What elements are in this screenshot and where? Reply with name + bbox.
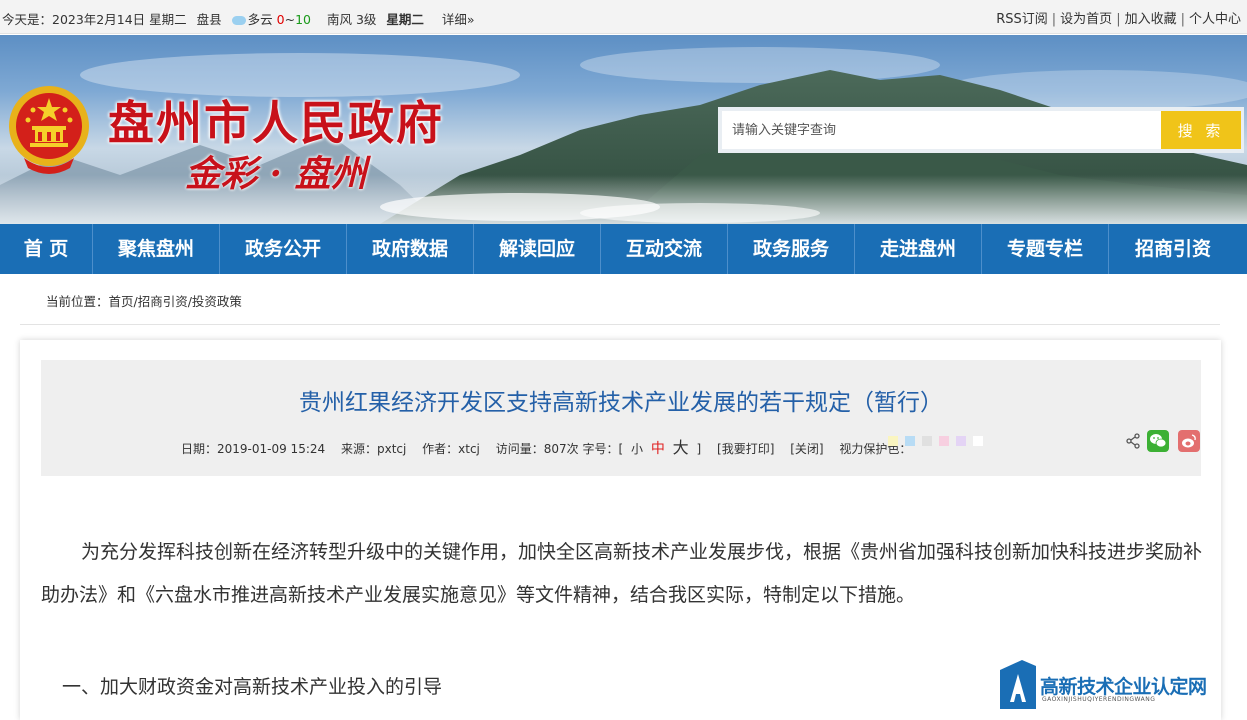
wind-info: 南风 3级 <box>326 12 377 27</box>
article-title: 贵州红果经济开发区支持高新技术产业发展的若干规定（暂行） <box>299 390 943 416</box>
set-homepage-link[interactable]: 设为首页 <box>1060 12 1112 27</box>
personal-center-link[interactable]: 个人中心 <box>1189 12 1241 27</box>
weekday: 星期二 <box>386 12 424 27</box>
nav-investment[interactable]: 招商引资 <box>1109 224 1237 274</box>
font-size-medium[interactable]: 中 <box>651 441 665 457</box>
eye-protect-swatches <box>888 436 983 446</box>
rss-link[interactable]: RSS订阅 <box>996 12 1048 27</box>
eye-protect-swatch[interactable] <box>956 436 966 446</box>
location: 盘县 <box>196 12 222 27</box>
close-link[interactable]: [关闭] <box>790 442 823 456</box>
nav-focus-panzhou[interactable]: 聚焦盘州 <box>93 224 220 274</box>
national-emblem-icon <box>9 86 89 174</box>
weather-detail-link[interactable]: 详细» <box>442 12 475 27</box>
article-author: 作者：xtcj <box>422 442 480 456</box>
cloud-icon <box>231 16 246 25</box>
article-header-panel <box>41 360 1201 476</box>
watermark-a-icon <box>1000 660 1036 709</box>
watermark-subtext: GAOXINJISHUQIYERENDINGWANG <box>1042 696 1156 703</box>
nav-home[interactable]: 首 页 <box>0 224 93 274</box>
share-icon[interactable] <box>1125 433 1141 449</box>
article-paragraph: 为充分发挥科技创新在经济转型升级中的关键作用，加快全区高新技术产业发展步伐，根据… <box>41 541 1203 606</box>
article-meta: 日期：2019-01-09 15:24 来源：pxtcj 作者：xtcj 访问量… <box>181 434 923 458</box>
section-heading: 一、加大财政资金对高新技术产业投入的引导 <box>62 676 443 698</box>
site-slogan: 金彩 · 盘州 <box>185 153 367 195</box>
temp-sep: ~ <box>284 12 296 27</box>
watermark-logo: 高新技术企业认定网 GAOXINJISHUQIYERENDINGWANG <box>1000 660 1247 709</box>
top-links: RSS订阅 | 设为首页 | 加入收藏 | 个人中心 <box>996 12 1241 27</box>
header-banner: 盘州市人民政府 金彩 · 盘州 搜 索 <box>0 35 1247 224</box>
date-weather-bar: 今天是：2023年2月14日 星期二 盘县 多云 0~10 南风 3级 星期二 … <box>2 9 475 28</box>
font-size-large[interactable]: 大 <box>673 438 689 457</box>
article-source: 来源：pxtcj <box>340 442 407 456</box>
nav-gov-data[interactable]: 政府数据 <box>347 224 474 274</box>
nav-special-topics[interactable]: 专题专栏 <box>982 224 1109 274</box>
temp-low: 0 <box>276 12 285 27</box>
add-favorite-link[interactable]: 加入收藏 <box>1125 12 1177 27</box>
nav-interpretation[interactable]: 解读回应 <box>474 224 601 274</box>
site-title: 盘州市人民政府 <box>108 96 444 150</box>
weibo-share-icon[interactable] <box>1178 430 1200 452</box>
print-link[interactable]: [我要打印] <box>717 442 774 456</box>
search-button[interactable]: 搜 索 <box>1161 111 1241 149</box>
temp-high: 10 <box>295 12 311 27</box>
eye-protect-swatch[interactable] <box>973 436 983 446</box>
eye-protect-swatch[interactable] <box>905 436 915 446</box>
top-bar: 今天是：2023年2月14日 星期二 盘县 多云 0~10 南风 3级 星期二 … <box>0 0 1247 34</box>
eye-protect-swatch[interactable] <box>939 436 949 446</box>
article-date: 日期：2019-01-09 15:24 <box>181 442 326 456</box>
date-text: 今天是：2023年2月14日 星期二 <box>2 12 187 27</box>
breadcrumb[interactable]: 当前位置：首页/招商引资/投资政策 <box>46 291 242 310</box>
nav-about-panzhou[interactable]: 走进盘州 <box>855 224 982 274</box>
font-size-control: 字号：[ 小 中 大 ] <box>582 438 702 457</box>
article-views: 访问量：807次 <box>495 442 579 456</box>
nav-gov-services[interactable]: 政务服务 <box>728 224 855 274</box>
weather-info: 多云 0~10 <box>231 12 321 27</box>
watermark-text: 高新技术企业认定网 <box>1040 676 1207 698</box>
eye-protect-swatch[interactable] <box>888 436 898 446</box>
nav-interaction[interactable]: 互动交流 <box>601 224 728 274</box>
wechat-share-icon[interactable] <box>1147 430 1169 452</box>
search-input[interactable] <box>722 111 1162 149</box>
main-nav: 首 页 聚焦盘州 政务公开 政府数据 解读回应 互动交流 政务服务 走进盘州 专… <box>0 224 1247 274</box>
font-size-small[interactable]: 小 <box>631 442 643 456</box>
eye-protect-swatch[interactable] <box>922 436 932 446</box>
nav-gov-disclosure[interactable]: 政务公开 <box>220 224 347 274</box>
divider <box>20 324 1220 325</box>
